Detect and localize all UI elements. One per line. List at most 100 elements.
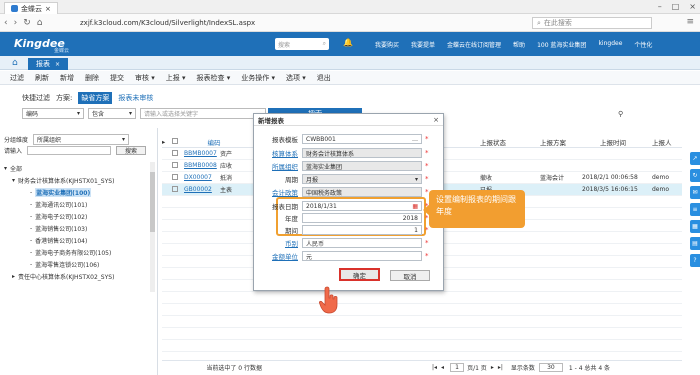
home-icon[interactable]: ⌂ [12, 58, 24, 68]
tree-node[interactable]: ▸ 责任中心核算体系(KJHSTX02_SYS) [0, 270, 155, 282]
doc-icon[interactable]: ▤ [690, 237, 700, 250]
per-page-select[interactable]: 30 [538, 362, 563, 372]
first-page-icon[interactable]: |◂ [432, 364, 437, 371]
header-link-personalize[interactable]: 个性化 [634, 40, 652, 49]
tree-node[interactable]: ▾ 全部 [0, 162, 155, 174]
col-user[interactable]: 上报人 [652, 137, 682, 147]
forward-icon[interactable]: › [14, 18, 18, 28]
year-input[interactable]: 2018 [302, 213, 422, 223]
list-icon[interactable]: ≡ [690, 203, 700, 216]
url-field[interactable]: zxjf.k3cloud.com/K3cloud/Silverlight/Ind… [80, 17, 520, 29]
header-link-user[interactable]: kingdee [598, 40, 622, 49]
dimension-select[interactable]: 所属组织 ▾ [33, 134, 130, 145]
minimize-icon[interactable]: – [658, 2, 662, 11]
col-code[interactable]: 编码 [184, 137, 244, 147]
toolbar-options[interactable]: 选项 ▾ [286, 73, 306, 83]
lookup-icon[interactable]: … [412, 136, 418, 143]
maximize-icon[interactable]: □ [672, 2, 680, 11]
toolbar-report-check[interactable]: 报表检查 ▾ [197, 73, 231, 83]
amount-unit-input[interactable]: 元 [302, 251, 422, 261]
header-link-buy[interactable]: 我要购买 [375, 40, 399, 49]
cancel-button[interactable]: 取消 [390, 270, 430, 281]
row-toggle-icon[interactable]: ▸ [162, 138, 172, 146]
tree-node[interactable]: - 蓝海电子公司(102) [0, 210, 155, 222]
field-label[interactable]: 所属组织 [262, 161, 302, 171]
prev-page-icon[interactable]: ◂ [441, 364, 444, 371]
tree-node[interactable]: - 蓝海电子商务有限公司(105) [0, 246, 155, 258]
close-tab-icon[interactable]: × [45, 5, 51, 13]
col-time[interactable]: 上报时间 [600, 137, 652, 147]
row-checkbox[interactable] [172, 185, 184, 194]
operator-select[interactable]: 包含 ▾ [88, 108, 136, 119]
tree-search-button[interactable]: 搜索 [116, 146, 147, 155]
toolbar-delete[interactable]: 删除 [85, 73, 99, 83]
last-page-icon[interactable]: ▸| [498, 364, 503, 371]
field-select[interactable]: 编码 ▾ [22, 108, 84, 119]
toolbar-filter[interactable]: 过滤 [10, 73, 24, 83]
row-code[interactable]: GB00002 [184, 186, 220, 193]
share-icon[interactable]: ↗ [690, 152, 700, 165]
next-page-icon[interactable]: ▸ [491, 364, 494, 371]
select-all-checkbox[interactable] [172, 137, 184, 146]
refresh-icon[interactable]: ↻ [690, 169, 700, 182]
field-label[interactable]: 币别 [262, 238, 302, 248]
expand-icon[interactable]: ▸ [12, 273, 15, 280]
field-label[interactable]: 核算体系 [262, 148, 302, 158]
report-template-input[interactable]: CWBB001… [302, 134, 422, 144]
reload-icon[interactable]: ↻ [23, 18, 31, 28]
row-checkbox[interactable] [172, 161, 184, 170]
toolbar-submit[interactable]: 提交 [110, 73, 124, 83]
header-link-help[interactable]: 帮助 [513, 40, 525, 49]
collapse-icon[interactable]: ▾ [12, 177, 15, 184]
collapse-icon[interactable]: ▾ [4, 165, 7, 172]
tree-search-input[interactable] [27, 146, 112, 155]
calendar-icon[interactable]: ▦ [412, 203, 418, 210]
tree-node[interactable]: - 蓝海实业集团(100) [0, 186, 155, 198]
close-icon[interactable]: × [55, 61, 60, 68]
toolbar-business-ops[interactable]: 业务操作 ▾ [241, 73, 275, 83]
tree-scrollbar[interactable] [150, 162, 155, 292]
toolbar-refresh[interactable]: 刷新 [35, 73, 49, 83]
help-icon[interactable]: ? [690, 254, 700, 267]
keyword-input[interactable]: 请输入或选择关键字 [140, 108, 266, 119]
home-browser-icon[interactable]: ⌂ [37, 18, 43, 28]
grid-icon[interactable]: ▦ [690, 220, 700, 233]
tree-node[interactable]: - 蓝海销售公司(103) [0, 222, 155, 234]
row-code[interactable]: BBMB0007 [184, 150, 220, 157]
currency-input[interactable]: 人民币 [302, 238, 422, 248]
period-input[interactable]: 1 [302, 225, 422, 235]
ok-button[interactable]: 确定 [339, 268, 380, 281]
tree-node[interactable]: - 香港销售公司(104) [0, 234, 155, 246]
chat-icon[interactable]: ✉ [690, 186, 700, 199]
close-window-icon[interactable]: × [689, 2, 696, 11]
toolbar-audit[interactable]: 审核 ▾ [135, 73, 155, 83]
toolbar-new[interactable]: 新增 [60, 73, 74, 83]
unreported-scheme-tab[interactable]: 报表未审核 [118, 93, 153, 103]
field-label[interactable]: 金额单位 [262, 251, 302, 261]
browser-search-input[interactable]: ⌕ 在此搜索 [532, 17, 652, 29]
page-input[interactable]: 1 [450, 362, 465, 372]
header-link-ticket[interactable]: 我要提单 [411, 40, 435, 49]
browser-menu-icon[interactable]: ≡ [686, 17, 694, 27]
period-type-select[interactable]: 月报 ▾ [302, 174, 422, 184]
tree-node[interactable]: ▾ 财务会计核算体系(KJHSTX01_SYS) [0, 174, 155, 186]
col-scheme[interactable]: 上报方案 [540, 137, 600, 147]
header-link-subscription[interactable]: 金蝶云在线订阅管理 [447, 40, 501, 49]
scrollbar-thumb[interactable] [150, 172, 155, 232]
default-scheme-tab[interactable]: 缺省方案 [78, 92, 113, 104]
row-checkbox[interactable] [172, 173, 184, 182]
close-icon[interactable]: × [433, 116, 439, 124]
tab-report[interactable]: 报表 × [28, 58, 69, 70]
field-label[interactable]: 会计政策 [262, 187, 302, 197]
header-link-org[interactable]: 100 蓝海实业集团 [537, 40, 586, 49]
tree-node[interactable]: - 蓝海通讯公司(101) [0, 198, 155, 210]
row-code[interactable]: BBMB0008 [184, 162, 220, 169]
header-search-input[interactable]: 搜索 ⌕ [275, 38, 329, 50]
toolbar-report[interactable]: 上报 ▾ [166, 73, 186, 83]
row-code[interactable]: DX00007 [184, 174, 220, 181]
row-checkbox[interactable] [172, 149, 184, 158]
report-date-input[interactable]: 2018/1/31 ▦ [302, 201, 422, 211]
bell-icon[interactable]: 🔔 [343, 38, 353, 47]
toolbar-exit[interactable]: 退出 [317, 73, 331, 83]
col-status[interactable]: 上报状态 [480, 137, 540, 147]
